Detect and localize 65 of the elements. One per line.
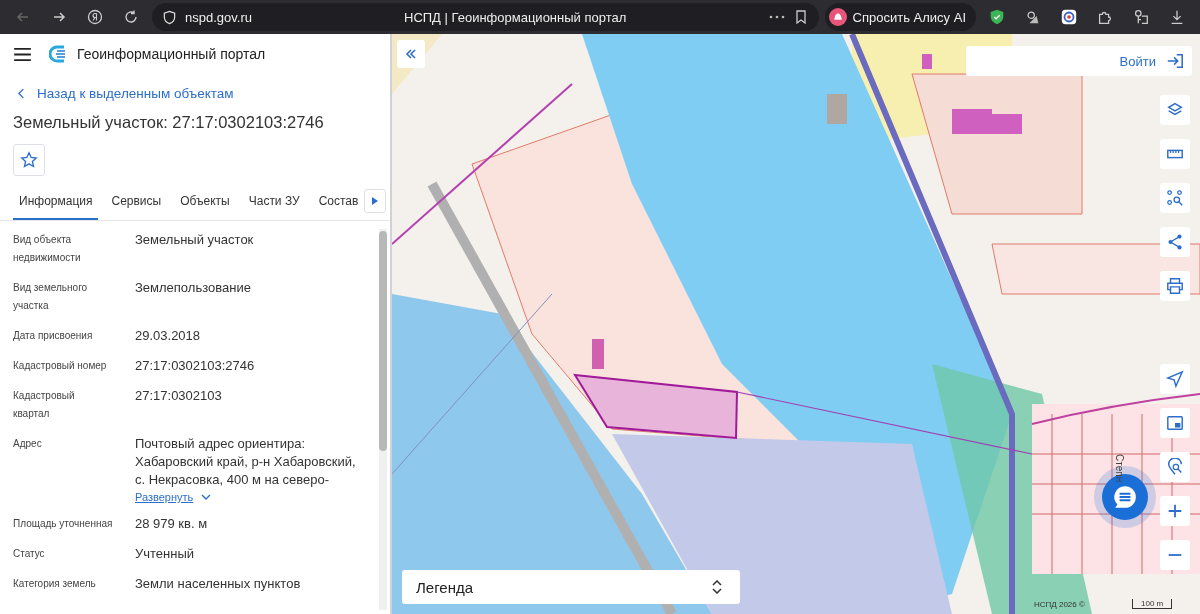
property-value: Учтенный bbox=[135, 545, 195, 563]
browser-logo-icon[interactable] bbox=[87, 9, 103, 25]
property-value: 27:17:0302103:2746 bbox=[135, 357, 255, 375]
triangle-right-icon bbox=[372, 197, 378, 205]
minimap-icon[interactable] bbox=[1160, 408, 1190, 438]
scrollbar[interactable] bbox=[379, 229, 387, 610]
chevron-left-icon bbox=[18, 88, 25, 99]
property-label: Статус bbox=[13, 547, 46, 561]
pin-search-icon[interactable] bbox=[1160, 452, 1190, 482]
property-label: Вид земельного участка bbox=[13, 281, 89, 313]
assistant-logo-icon bbox=[828, 8, 847, 26]
property-label: Категория земель bbox=[13, 577, 97, 591]
star-icon bbox=[20, 151, 38, 169]
map-attribution: НСПД 2026 © bbox=[1034, 600, 1085, 609]
url-text: nspd.gov.ru bbox=[185, 9, 252, 25]
property-label: Дата присвоения bbox=[13, 329, 94, 343]
chat-bubble-icon bbox=[1112, 484, 1138, 510]
property-label: Площадь уточненная bbox=[13, 517, 113, 531]
login-button[interactable]: Войти bbox=[966, 46, 1192, 76]
up-down-chevron-icon bbox=[712, 580, 722, 594]
layers-icon[interactable] bbox=[1160, 95, 1190, 125]
expand-link[interactable]: Развернуть bbox=[135, 491, 212, 503]
object-title: Земельный участок: 27:17:0302103:2746 bbox=[13, 113, 325, 132]
property-value: Почтовый адрес ориентира: Хабаровский край, р-н Хабаровский, с. Некрасовка, 400 м на северо- bbox=[135, 435, 357, 489]
assistant-button[interactable]: Спросить Алису AI bbox=[824, 3, 976, 31]
tab[interactable]: Информация bbox=[13, 186, 99, 220]
favorite-button[interactable] bbox=[13, 144, 45, 176]
property-label: Адрес bbox=[13, 437, 43, 451]
double-chevron-left-icon bbox=[405, 49, 417, 59]
street-label: Степн bbox=[1114, 454, 1125, 483]
zoom-in-icon[interactable] bbox=[1160, 496, 1190, 526]
scale-bar: 100 m bbox=[1132, 599, 1173, 609]
shield-check-icon[interactable] bbox=[988, 8, 1006, 26]
tab[interactable]: Сервисы bbox=[105, 186, 168, 220]
property-value: 28 979 кв. м bbox=[135, 515, 208, 533]
shield-icon bbox=[162, 9, 177, 25]
back-link[interactable]: Назад к выделенным объектам bbox=[18, 86, 234, 101]
property-label: Кадастровый квартал bbox=[13, 389, 76, 421]
ruler-icon[interactable] bbox=[1160, 139, 1190, 169]
more-icon[interactable] bbox=[768, 15, 785, 19]
property-value: Земли населенных пунктов bbox=[135, 575, 301, 593]
share-icon[interactable] bbox=[1160, 227, 1190, 257]
extension-badge-icon[interactable] bbox=[1060, 8, 1078, 26]
reload-icon[interactable] bbox=[123, 9, 139, 25]
tab[interactable]: Части ЗУ bbox=[242, 186, 306, 220]
property-label: Кадастровый номер bbox=[13, 359, 108, 373]
property-value: 29.03.2018 bbox=[135, 327, 201, 345]
property-value: Землепользование bbox=[135, 279, 251, 297]
zoom-out-icon[interactable] bbox=[1160, 540, 1190, 570]
property-value: Земельный участок bbox=[135, 231, 254, 249]
property-label: Вид объекта недвижимости bbox=[13, 233, 82, 265]
scroll-tabs-button[interactable] bbox=[364, 189, 386, 213]
page-title: НСПД | Геоинформационный портал bbox=[404, 9, 627, 25]
legend-dropdown[interactable]: Легенда bbox=[402, 570, 740, 604]
tab[interactable]: Объекты bbox=[174, 186, 236, 220]
property-value: 27:17:0302103 bbox=[135, 387, 222, 405]
area-search-icon[interactable] bbox=[1160, 183, 1190, 213]
portal-title: Геоинформационный портал bbox=[77, 46, 266, 62]
chevron-down-icon bbox=[201, 494, 212, 500]
menu-icon[interactable] bbox=[14, 47, 31, 61]
login-icon bbox=[1166, 52, 1184, 70]
print-icon[interactable] bbox=[1160, 271, 1190, 301]
address-bar[interactable]: nspd.gov.ru НСПД | Геоинформационный портал bbox=[152, 3, 819, 31]
tab[interactable]: Состав bbox=[312, 186, 365, 220]
collapse-panel-button[interactable] bbox=[397, 40, 425, 68]
